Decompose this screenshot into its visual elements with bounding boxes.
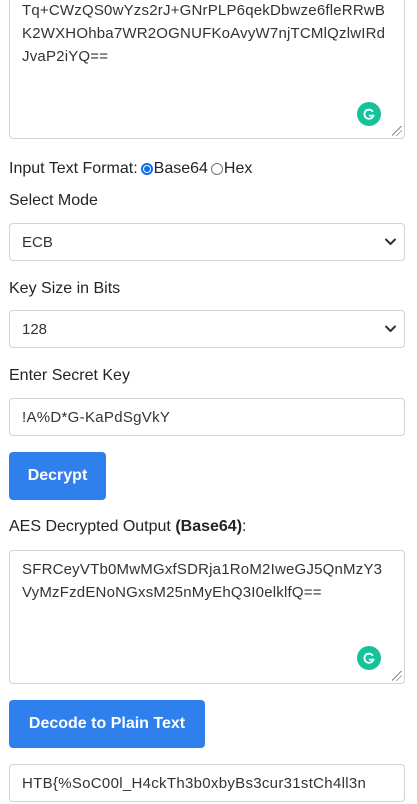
mode-selected-value: ECB — [22, 233, 53, 251]
output-label-suffix: : — [242, 518, 247, 535]
decode-plain-text-button[interactable]: Decode to Plain Text — [9, 700, 205, 748]
secret-key-label: Enter Secret Key — [9, 367, 130, 384]
radio-base64-label: Base64 — [153, 160, 208, 177]
mode-label: Select Mode — [9, 192, 98, 209]
output-label: AES Decrypted Output (Base64): — [9, 518, 246, 536]
aes-decrypt-page: Tq+CWzQS0wYzs2rJ+GNrPLP6qekDbwze6fleRRwB… — [0, 0, 417, 804]
encrypted-text-textarea[interactable]: Tq+CWzQS0wYzs2rJ+GNrPLP6qekDbwze6fleRRwB… — [9, 0, 405, 139]
grammarly-icon[interactable] — [357, 646, 381, 670]
secret-key-value: !A%D*G-KaPdSgVkY — [22, 408, 171, 426]
plain-text-output[interactable]: HTB{%SoC00l_H4ckTh3b0xbyBs3cur31stCh4ll3… — [9, 764, 405, 802]
key-size-selected-value: 128 — [22, 320, 48, 338]
radio-hex-label: Hex — [223, 160, 253, 177]
grammarly-icon[interactable] — [357, 102, 381, 126]
chevron-down-icon — [385, 238, 396, 245]
output-label-format: (Base64) — [175, 518, 243, 535]
chevron-down-icon — [385, 325, 396, 332]
radio-hex[interactable] — [210, 163, 223, 175]
decrypt-button[interactable]: Decrypt — [9, 452, 106, 500]
plain-text-value: HTB{%SoC00l_H4ckTh3b0xbyBs3cur31stCh4ll3… — [22, 774, 367, 792]
resize-grip-icon[interactable] — [392, 126, 402, 136]
decrypted-output-textarea[interactable]: SFRCeyVTb0MwMGxfSDRja1RoM2IweGJ5QnMzY3Vy… — [9, 550, 405, 684]
secret-key-input[interactable]: !A%D*G-KaPdSgVkY — [9, 398, 405, 436]
encrypted-text-value: Tq+CWzQS0wYzs2rJ+GNrPLP6qekDbwze6fleRRwB… — [22, 2, 386, 65]
input-format-label: Input Text Format: — [9, 160, 138, 177]
resize-grip-icon[interactable] — [392, 671, 402, 681]
input-format-row: Input Text Format: Base64 Hex — [9, 158, 252, 180]
output-label-prefix: AES Decrypted Output — [9, 518, 171, 535]
decrypted-output-value: SFRCeyVTb0MwMGxfSDRja1RoM2IweGJ5QnMzY3Vy… — [22, 561, 383, 601]
key-size-label: Key Size in Bits — [9, 280, 121, 297]
key-size-select[interactable]: 128 — [9, 310, 405, 348]
mode-select[interactable]: ECB — [9, 223, 405, 261]
radio-base64[interactable] — [140, 163, 153, 175]
